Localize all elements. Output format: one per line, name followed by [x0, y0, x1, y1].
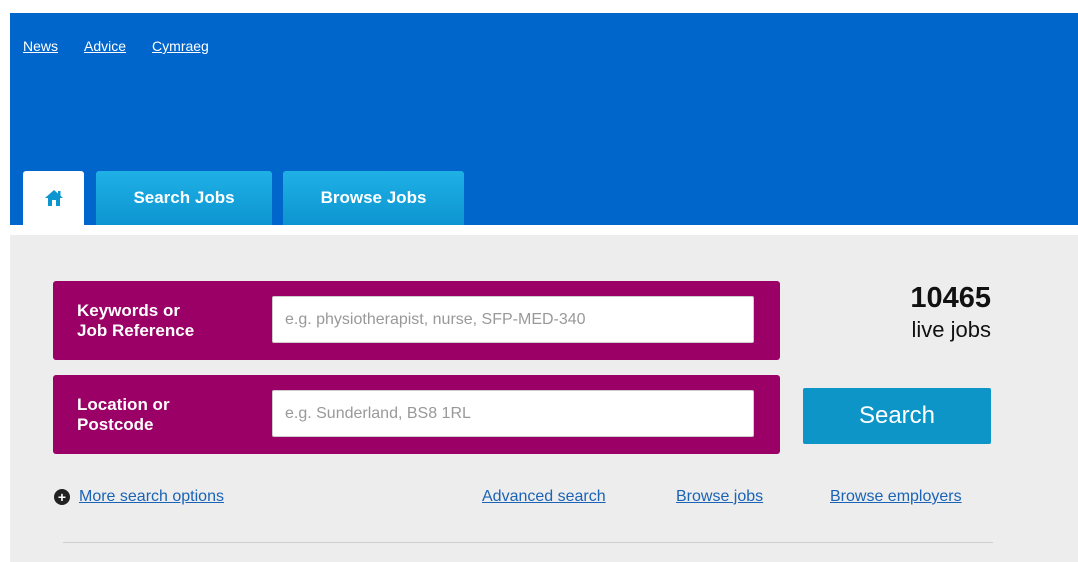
location-row: Location or Postcode	[53, 375, 780, 454]
live-jobs-count: 10465 live jobs	[910, 281, 991, 345]
home-icon	[44, 190, 63, 206]
tab-search-jobs[interactable]: Search Jobs	[96, 171, 272, 225]
advanced-search-link[interactable]: Advanced search	[482, 488, 606, 506]
divider	[63, 542, 993, 543]
keywords-input[interactable]	[272, 296, 754, 343]
more-search-options-link[interactable]: More search options	[79, 488, 224, 506]
keywords-row: Keywords or Job Reference	[53, 281, 780, 360]
plus-circle-icon: +	[54, 489, 70, 505]
search-panel: Keywords or Job Reference Location or Po…	[10, 225, 1078, 562]
nav-link-news[interactable]: News	[23, 38, 58, 54]
site-header: News Advice Cymraeg Search Jobs Browse J…	[10, 13, 1078, 225]
jobs-count-label: live jobs	[911, 317, 991, 342]
search-button[interactable]: Search	[803, 388, 991, 444]
browse-employers-link[interactable]: Browse employers	[830, 488, 962, 506]
nav-link-advice[interactable]: Advice	[84, 38, 126, 54]
keywords-label: Keywords or Job Reference	[77, 300, 195, 340]
browse-jobs-link[interactable]: Browse jobs	[676, 488, 763, 506]
tab-browse-jobs[interactable]: Browse Jobs	[283, 171, 464, 225]
tab-home[interactable]	[23, 171, 84, 225]
jobs-count-number: 10465	[910, 282, 991, 314]
top-nav: News Advice Cymraeg	[23, 38, 235, 54]
more-search-options[interactable]: + More search options	[54, 488, 224, 506]
location-label: Location or Postcode	[77, 394, 170, 434]
location-input[interactable]	[272, 390, 754, 437]
nav-link-cymraeg[interactable]: Cymraeg	[152, 38, 209, 54]
main-tabs: Search Jobs Browse Jobs	[23, 171, 475, 225]
